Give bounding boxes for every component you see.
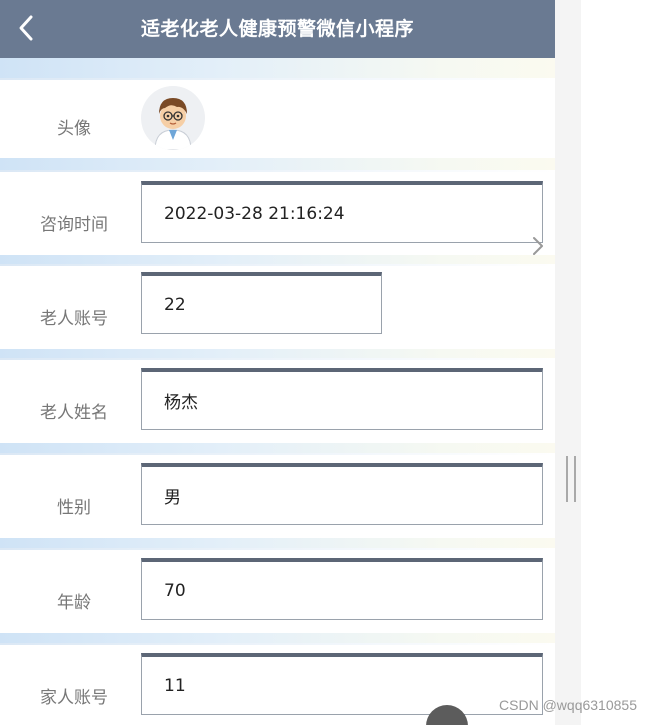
elder-account-label: 老人账号 [40, 309, 108, 329]
consult-time-row: 咨询时间 2022-03-28 21:16:24 [0, 170, 555, 255]
nav-bar: 适老化老人健康预警微信小程序 [0, 0, 555, 58]
elder-account-field[interactable]: 22 [141, 272, 382, 334]
family-account-label: 家人账号 [40, 688, 108, 708]
cartoon-doctor-avatar-icon [141, 86, 205, 150]
avatar-label: 头像 [57, 119, 91, 139]
consult-time-label: 咨询时间 [40, 215, 108, 235]
elder-name-row: 老人姓名 杨杰 [0, 358, 555, 443]
chevron-right-icon[interactable] [528, 233, 548, 259]
avatar[interactable] [141, 86, 205, 150]
elder-name-label: 老人姓名 [40, 403, 108, 423]
page-title: 适老化老人健康预警微信小程序 [140, 18, 414, 40]
avatar-row: 头像 [0, 78, 555, 158]
elder-name-field[interactable]: 杨杰 [141, 368, 543, 430]
back-button[interactable] [6, 8, 46, 48]
gender-row: 性别 男 [0, 453, 555, 538]
chevron-left-icon [19, 15, 33, 41]
watermark: CSDN @wqq6310855 [499, 697, 637, 713]
elder-account-row: 老人账号 22 [0, 264, 555, 349]
scrollbar-track[interactable] [555, 0, 581, 725]
resize-handle[interactable] [566, 456, 576, 502]
consult-time-field[interactable]: 2022-03-28 21:16:24 [141, 181, 543, 243]
age-label: 年龄 [57, 593, 91, 613]
family-account-field[interactable]: 11 [141, 653, 543, 715]
age-row: 年龄 70 [0, 548, 555, 633]
gender-label: 性别 [57, 498, 91, 518]
mini-program-screen: 适老化老人健康预警微信小程序 头像 咨询时间 2022-03-28 21:16:… [0, 0, 555, 725]
family-account-row: 家人账号 11 [0, 643, 555, 725]
age-field[interactable]: 70 [141, 558, 543, 620]
form-content: 头像 咨询时间 2022-03-28 21:16:24 老人账号 22 老人姓名… [0, 58, 555, 725]
gender-field[interactable]: 男 [141, 463, 543, 525]
